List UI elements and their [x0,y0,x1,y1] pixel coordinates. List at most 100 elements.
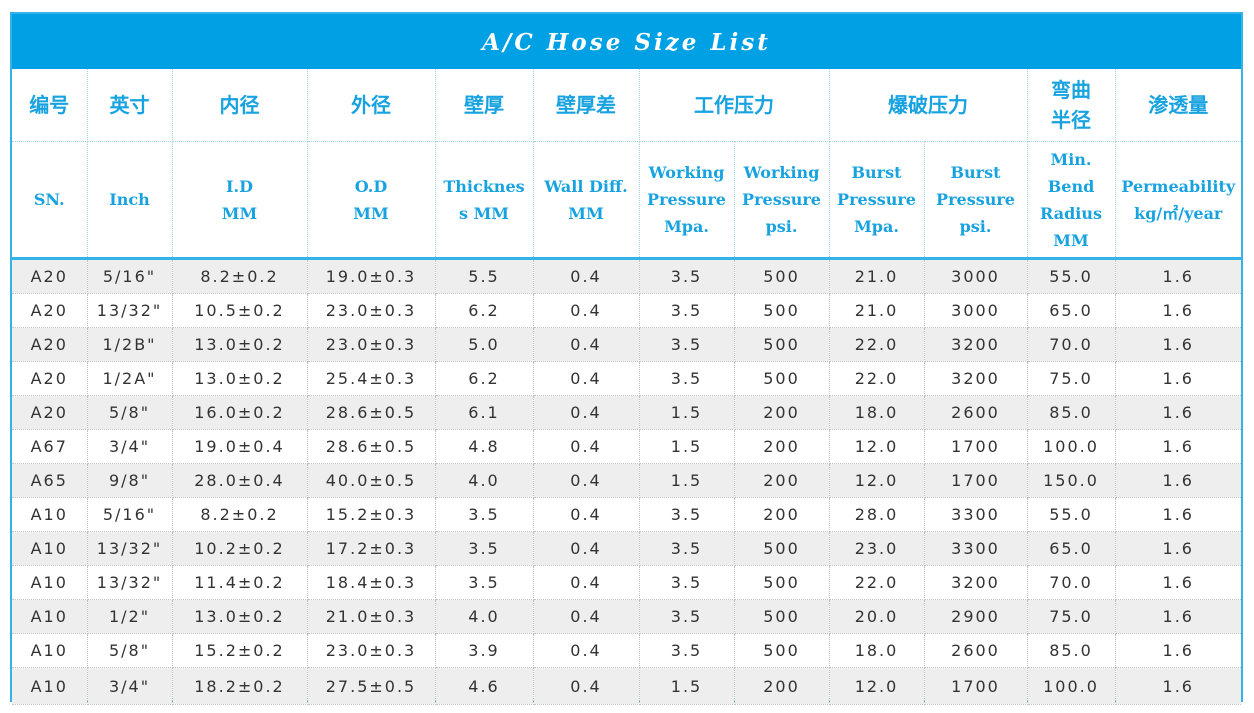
cell-id: 13.0±0.2 [172,327,308,362]
cell-wp-mpa: 1.5 [639,395,735,430]
header-inch-en: Inch [87,141,173,260]
header-bend-radius-cn: 弯曲 半径 [1027,69,1116,142]
cell-wp-mpa: 3.5 [639,531,735,566]
header-wp-psi-line-1: Working [743,163,820,182]
cell-wp-psi: 200 [734,429,830,464]
cell-sn: A20 [12,293,88,328]
header-wall-diff-cn: 壁厚差 [533,69,640,142]
cell-wall-diff: 0.4 [533,429,640,464]
cell-thickness: 5.5 [435,258,534,294]
header-wall-diff-en-line-1: Wall Diff. [544,176,628,196]
cell-bend-radius: 65.0 [1027,293,1116,328]
cell-permeability: 1.6 [1115,429,1241,464]
table-row: A10 3/4" 18.2±0.2 27.5±0.5 4.6 0.4 1.5 200 12.0 1… [12,667,1241,705]
cell-bend-radius: 85.0 [1027,633,1116,668]
header-working-pressure-mpa-en: Working Pressure Mpa. [639,141,735,260]
hose-size-table-panel: A/C Hose Size List 编号 英寸 内径 外径 壁厚 壁厚差 工作… [10,12,1243,705]
cell-bp-mpa: 22.0 [829,361,925,396]
table-row: A20 1/2A" 13.0±0.2 25.4±0.3 6.2 0.4 3.5 500 22.0… [12,361,1241,396]
cell-wp-psi: 500 [734,258,830,294]
cell-bend-radius: 150.0 [1027,463,1116,498]
cell-bend-radius: 75.0 [1027,361,1116,396]
cell-thickness: 3.9 [435,633,534,668]
cell-sn: A20 [12,258,88,294]
cell-bp-mpa: 21.0 [829,258,925,294]
cell-wp-mpa: 3.5 [639,361,735,396]
cell-wp-mpa: 3.5 [639,327,735,362]
table-row: A10 5/8" 15.2±0.2 23.0±0.3 3.9 0.4 3.5 500 18.0 2… [12,633,1241,668]
header-bend-radius-cn-line-1: 弯曲 [1051,78,1091,102]
cell-sn: A10 [12,667,88,705]
header-wp-psi-line-2: Pressure [742,190,821,209]
header-od-en-line-2: MM [353,203,389,223]
table-row: A10 13/32" 10.2±0.2 17.2±0.3 3.5 0.4 3.5 500 23.… [12,531,1241,566]
cell-wp-mpa: 1.5 [639,463,735,498]
cell-wp-mpa: 3.5 [639,633,735,668]
header-wall-diff-en: Wall Diff. MM [533,141,640,260]
cell-bp-psi: 1700 [924,463,1028,498]
cell-bend-radius: 70.0 [1027,565,1116,600]
header-bend-line-3: Radius [1040,203,1102,223]
hose-size-table: 编号 英寸 内径 外径 壁厚 壁厚差 工作压力 爆破压力 弯曲 半径 渗透量 SN… [12,69,1241,705]
header-id-en-line-2: MM [221,203,258,223]
cell-wall-diff: 0.4 [533,463,640,498]
header-od-en-line-1: O.D [354,176,388,196]
header-inch-cn: 英寸 [87,69,173,142]
cell-bp-mpa: 20.0 [829,599,925,634]
header-bp-psi-line-2: Pressure [936,190,1015,209]
cell-permeability: 1.6 [1115,633,1241,668]
cell-wp-psi: 500 [734,531,830,566]
cell-bp-psi: 3000 [924,258,1028,294]
header-bend-line-1: Min. [1050,149,1092,169]
cell-bp-psi: 2600 [924,395,1028,430]
cell-bp-mpa: 12.0 [829,463,925,498]
cell-thickness: 3.5 [435,531,534,566]
cell-bp-psi: 1700 [924,429,1028,464]
cell-inch: 1/2B" [87,327,173,362]
header-bp-psi-line-3: psi. [959,217,992,236]
cell-wp-mpa: 3.5 [639,258,735,294]
cell-wp-psi: 200 [734,395,830,430]
cell-od: 27.5±0.5 [307,667,436,705]
cell-sn: A20 [12,327,88,362]
cell-wall-diff: 0.4 [533,327,640,362]
cell-inch: 3/4" [87,667,173,705]
cell-bend-radius: 75.0 [1027,599,1116,634]
header-wp-psi-line-3: psi. [765,217,798,236]
table-row: A67 3/4" 19.0±0.4 28.6±0.5 4.8 0.4 1.5 200 12.0 1… [12,429,1241,464]
table-row: A65 9/8" 28.0±0.4 40.0±0.5 4.0 0.4 1.5 200 12.0 1… [12,463,1241,498]
header-bp-psi-line-1: Burst [950,163,1001,182]
cell-od: 40.0±0.5 [307,463,436,498]
cell-bp-psi: 3200 [924,565,1028,600]
cell-bp-mpa: 18.0 [829,395,925,430]
table-row: A10 5/16" 8.2±0.2 15.2±0.3 3.5 0.4 3.5 200 28.0 3… [12,497,1241,532]
cell-wall-diff: 0.4 [533,565,640,600]
cell-od: 21.0±0.3 [307,599,436,634]
header-permeability-en: Permeability kg/㎡/year [1115,141,1241,260]
header-thickness-en-line-1: Thicknes [443,176,525,196]
cell-wp-mpa: 3.5 [639,599,735,634]
header-row-chinese: 编号 英寸 内径 外径 壁厚 壁厚差 工作压力 爆破压力 弯曲 半径 渗透量 [12,69,1241,142]
cell-od: 23.0±0.3 [307,633,436,668]
header-thickness-en-line-2: s MM [459,203,509,223]
header-burst-pressure-cn: 爆破压力 [829,69,1028,142]
cell-od: 18.4±0.3 [307,565,436,600]
cell-id: 18.2±0.2 [172,667,308,705]
cell-bend-radius: 85.0 [1027,395,1116,430]
header-burst-pressure-psi-en: Burst Pressure psi. [924,141,1028,260]
cell-wall-diff: 0.4 [533,633,640,668]
cell-wall-diff: 0.4 [533,293,640,328]
cell-bp-mpa: 21.0 [829,293,925,328]
cell-id: 19.0±0.4 [172,429,308,464]
cell-permeability: 1.6 [1115,565,1241,600]
cell-wall-diff: 0.4 [533,361,640,396]
cell-thickness: 3.5 [435,565,534,600]
cell-inch: 13/32" [87,531,173,566]
cell-inch: 1/2" [87,599,173,634]
cell-thickness: 4.0 [435,463,534,498]
cell-wall-diff: 0.4 [533,667,640,705]
cell-bp-mpa: 28.0 [829,497,925,532]
cell-permeability: 1.6 [1115,258,1241,294]
header-thickness-cn: 壁厚 [435,69,534,142]
cell-sn: A10 [12,599,88,634]
